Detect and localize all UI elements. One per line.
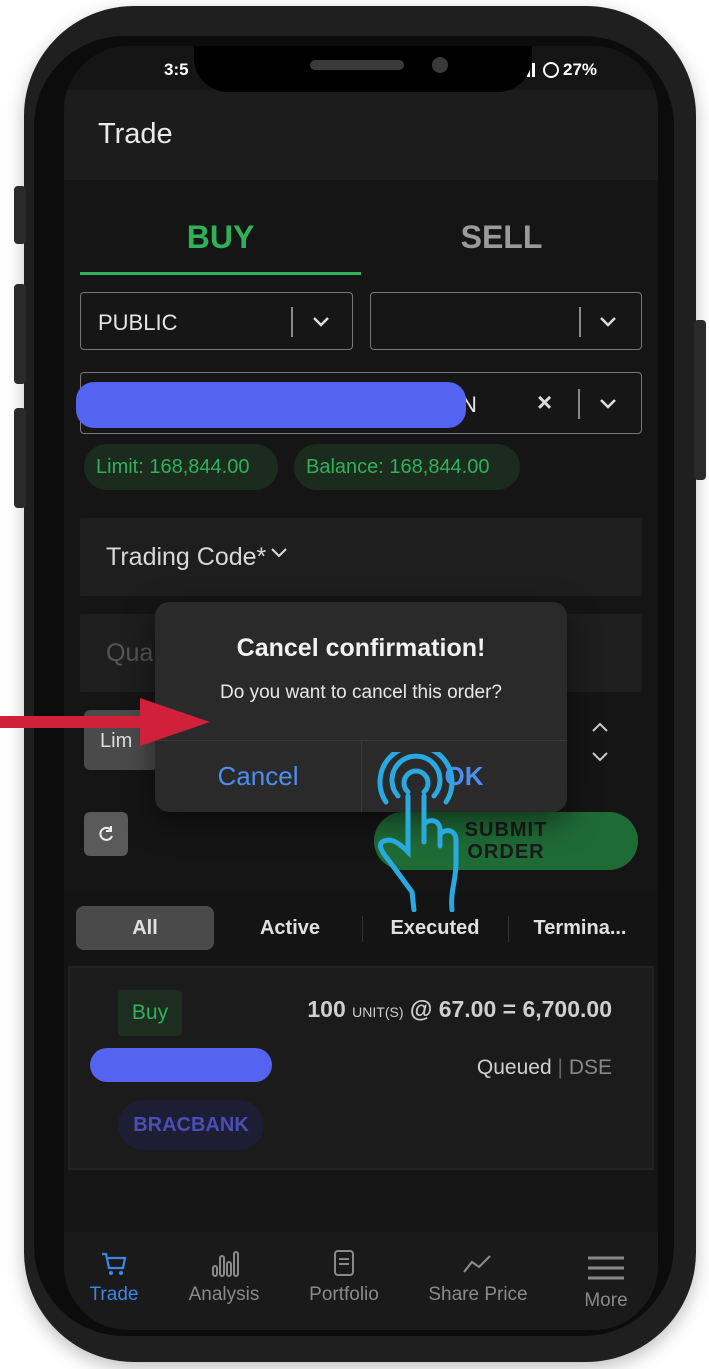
trading-code-select[interactable]: Trading Code* (80, 518, 642, 596)
dialog-title: Cancel confirmation! (236, 634, 486, 662)
select-divider (578, 389, 580, 419)
app-bar: Trade (64, 90, 658, 180)
phone-side-button (14, 186, 26, 244)
nav-more[interactable]: More (574, 1248, 638, 1312)
bottom-nav: Trade Analysis Portfolio Share Price Mor… (64, 1232, 658, 1330)
bar-chart-icon (212, 1251, 239, 1277)
status-right: 27% (522, 60, 597, 80)
battery-icon (543, 62, 559, 78)
order-summary: 100 UNIT(S) @ 67.00 = 6,700.00 (307, 996, 612, 1022)
chevron-down-icon[interactable] (593, 389, 623, 419)
refresh-button[interactable] (84, 812, 128, 856)
select-divider (291, 307, 293, 337)
trading-code-label: Trading Code* (106, 543, 288, 572)
phone-side-button (14, 408, 26, 508)
market-select-value: PUBLIC (98, 310, 178, 335)
order-status: Queued | DSE (476, 1056, 612, 1079)
chevron-down-icon[interactable] (306, 307, 336, 337)
nav-trade[interactable]: Trade (84, 1248, 144, 1306)
battery-level: 27% (563, 60, 598, 79)
refresh-icon (99, 826, 113, 841)
order-card[interactable]: Buy 100 UNIT(S) @ 67.00 = 6,700.00 Queue… (68, 966, 654, 1170)
nav-analysis[interactable]: Analysis (178, 1248, 270, 1306)
ticker-badge: BRACBANK (118, 1100, 264, 1150)
quantity-placeholder: Qua (106, 639, 154, 667)
nav-share-price[interactable]: Share Price (420, 1248, 536, 1306)
annotation-arrow-icon (0, 698, 210, 746)
filter-terminated[interactable]: Termina... (510, 906, 650, 950)
select-divider (579, 307, 581, 337)
trade-tabs: BUY SELL (80, 196, 642, 278)
trend-line-icon (463, 1255, 491, 1273)
order-filter-tabs: All Active Executed Termina... (64, 894, 658, 964)
tab-sell[interactable]: SELL (361, 196, 642, 278)
cart-icon (102, 1252, 127, 1275)
filter-active[interactable]: Active (220, 906, 360, 950)
clear-icon[interactable]: × (537, 387, 552, 418)
chevron-up-icon (592, 722, 608, 732)
redaction-bar (90, 1048, 272, 1082)
cancel-confirmation-dialog: Cancel confirmation! Do you want to canc… (155, 602, 567, 812)
phone-screen: 3:5 27% Trade BUY SELL PUBLIC N × Limit:… (64, 46, 658, 1330)
phone-side-button (14, 284, 26, 384)
tap-hand-icon (377, 752, 459, 912)
document-icon (334, 1250, 354, 1276)
phone-side-button (694, 320, 706, 480)
market-select[interactable]: PUBLIC (80, 292, 353, 350)
menu-icon (588, 1256, 624, 1280)
page-title: Trade (98, 118, 173, 150)
filter-all[interactable]: All (76, 906, 214, 950)
limit-badge: Limit: 168,844.00 (84, 444, 278, 490)
order-side-badge: Buy (118, 990, 182, 1036)
secondary-select[interactable] (370, 292, 642, 350)
redaction-bar (76, 382, 466, 428)
balance-badge: Balance: 168,844.00 (294, 444, 520, 490)
tab-buy[interactable]: BUY (80, 196, 361, 278)
phone-camera (432, 57, 448, 73)
price-stepper[interactable] (580, 706, 620, 786)
nav-portfolio[interactable]: Portfolio (300, 1248, 388, 1306)
chevron-down-icon (271, 548, 287, 558)
filter-executed[interactable]: Executed (364, 906, 506, 950)
chevron-down-icon (592, 752, 608, 762)
phone-speaker (310, 60, 404, 70)
chevron-down-icon[interactable] (593, 307, 623, 337)
filter-divider (362, 916, 363, 942)
dialog-cancel-button[interactable]: Cancel (155, 740, 361, 812)
active-tab-indicator (80, 272, 361, 275)
status-time: 3:5 (164, 60, 189, 79)
dialog-message: Do you want to cancel this order? (220, 682, 502, 703)
filter-divider (508, 916, 509, 942)
